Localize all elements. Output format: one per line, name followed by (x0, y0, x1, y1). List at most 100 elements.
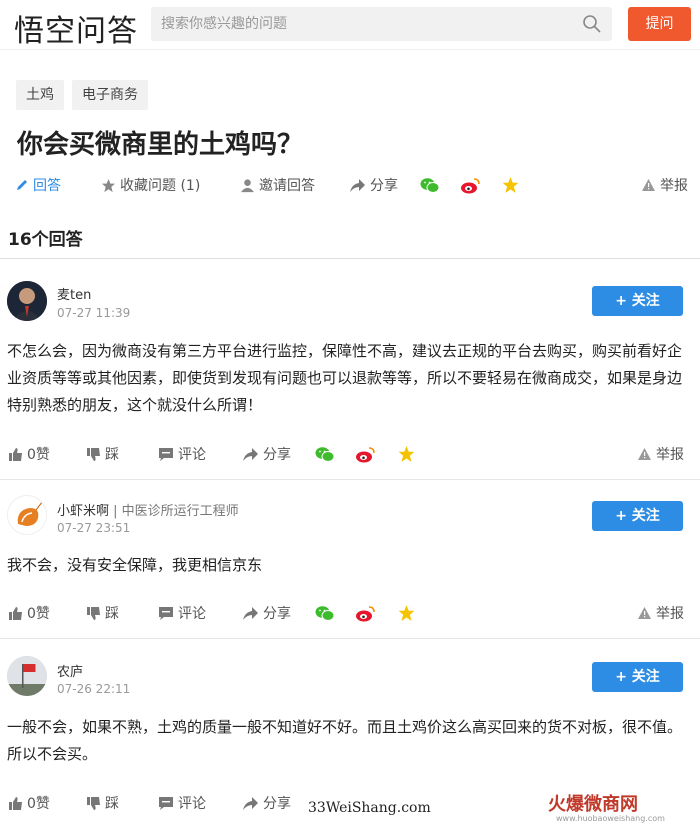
answer-text: 我不会，没有安全保障，我更相信京东 (7, 556, 263, 574)
wechat-share[interactable] (420, 173, 440, 197)
tag-chicken[interactable]: 土鸡 (16, 80, 64, 110)
shrimp-avatar-image (8, 496, 46, 534)
warning-icon (638, 448, 651, 460)
search-box[interactable] (151, 7, 612, 41)
weibo-icon (356, 605, 375, 621)
share-action[interactable]: 分享 (242, 601, 291, 625)
answer-action-bar: 0赞 踩 评论 分享 举报 (0, 601, 700, 625)
star-icon (398, 446, 415, 462)
share-label: 分享 (263, 796, 291, 812)
comment-action[interactable]: 评论 (158, 601, 206, 625)
share-arrow-icon (350, 178, 365, 192)
user-icon (240, 178, 255, 192)
answer-label: 回答 (33, 178, 61, 194)
flag-avatar-image (7, 656, 47, 696)
thumbs-up-icon (9, 606, 22, 620)
dislike-label: 踩 (105, 606, 119, 622)
share-arrow-icon (243, 606, 258, 620)
search-input[interactable] (151, 7, 551, 41)
divider (0, 479, 700, 480)
share-action[interactable]: 分享 (242, 791, 291, 815)
qzone-share[interactable] (397, 442, 416, 466)
ask-button[interactable]: 提问 (628, 7, 691, 41)
question-action-bar: 回答 收藏问题 (1) 邀请回答 分享 举报 (0, 173, 700, 197)
star-outline-icon (101, 178, 116, 192)
watermark-url: www.huobaoweishang.com (556, 814, 665, 823)
thumbs-down-icon (87, 796, 100, 810)
weibo-share[interactable] (460, 173, 481, 197)
thumbs-up-icon (9, 447, 22, 461)
follow-button[interactable]: + 关注 (592, 286, 683, 316)
user-name[interactable]: 麦ten (57, 284, 91, 303)
share-action[interactable]: 分享 (349, 173, 398, 197)
dislike-action[interactable]: 踩 (86, 601, 119, 625)
answer-date: 07-26 22:11 (57, 682, 131, 696)
qzone-share[interactable] (397, 601, 416, 625)
thumbs-down-icon (87, 447, 100, 461)
share-label: 分享 (370, 178, 398, 194)
question-title: 你会买微商里的土鸡吗？ (17, 130, 304, 160)
star-icon (398, 605, 415, 621)
star-icon (502, 177, 519, 193)
warning-icon (638, 607, 651, 619)
user-title: 中医诊所运行工程师 (121, 504, 239, 519)
answer-text: 不怎么会，因为微商没有第三方平台进行监控，保障性不高，建议去正规的平台去购买，购… (7, 342, 683, 414)
weibo-share[interactable] (355, 442, 376, 466)
divider (0, 258, 700, 259)
avatar[interactable] (7, 656, 47, 696)
comment-label: 评论 (178, 447, 206, 463)
share-arrow-icon (243, 447, 258, 461)
like-count: 0赞 (27, 447, 50, 463)
like-action[interactable]: 0赞 (8, 791, 50, 815)
comment-icon (159, 796, 173, 810)
invite-label: 邀请回答 (259, 178, 315, 194)
answer-action-bar: 0赞 踩 评论 分享 举报 (0, 442, 700, 466)
dislike-action[interactable]: 踩 (86, 442, 119, 466)
wechat-share[interactable] (315, 442, 335, 466)
report-action[interactable]: 举报 (637, 442, 684, 466)
avatar-image (7, 281, 47, 321)
wechat-share[interactable] (315, 601, 335, 625)
share-action[interactable]: 分享 (242, 442, 291, 466)
like-action[interactable]: 0赞 (8, 601, 50, 625)
favorite-label: 收藏问题 (1) (120, 178, 201, 194)
search-icon[interactable] (582, 14, 602, 34)
like-count: 0赞 (27, 606, 50, 622)
report-action[interactable]: 举报 (637, 601, 684, 625)
wechat-icon (420, 177, 440, 193)
avatar[interactable] (7, 495, 47, 535)
dislike-label: 踩 (105, 796, 119, 812)
top-bar: 悟空问答 提问 (0, 0, 700, 50)
comment-label: 评论 (178, 606, 206, 622)
follow-button[interactable]: + 关注 (592, 662, 683, 692)
divider (0, 638, 700, 639)
app-logo[interactable]: 悟空问答 (14, 6, 138, 50)
share-label: 分享 (263, 447, 291, 463)
comment-action[interactable]: 评论 (158, 791, 206, 815)
dislike-action[interactable]: 踩 (86, 791, 119, 815)
report-action[interactable]: 举报 (641, 173, 688, 197)
favorite-action[interactable]: 收藏问题 (1) (101, 173, 200, 197)
like-action[interactable]: 0赞 (8, 442, 50, 466)
qzone-share[interactable] (501, 173, 520, 197)
thumbs-up-icon (9, 796, 22, 810)
follow-button[interactable]: + 关注 (592, 501, 683, 531)
answer-count: 16个回答 (8, 230, 83, 250)
comment-icon (159, 606, 173, 620)
comment-action[interactable]: 评论 (158, 442, 206, 466)
answer-text: 一般不会，如果不熟，土鸡的质量一般不知道好不好。而且土鸡价这么高买回来的货不对板… (7, 718, 683, 763)
report-label: 举报 (656, 447, 684, 463)
invite-action[interactable]: 邀请回答 (240, 173, 315, 197)
user-name[interactable]: 农庐 (57, 661, 83, 680)
weibo-icon (461, 177, 480, 193)
user-name[interactable]: 小虾米啊 | 中医诊所运行工程师 (57, 500, 239, 519)
answer-date: 07-27 11:39 (57, 306, 131, 320)
answer-action[interactable]: 回答 (15, 173, 61, 197)
tag-ecommerce[interactable]: 电子商务 (72, 80, 148, 110)
share-label: 分享 (263, 606, 291, 622)
share-arrow-icon (243, 796, 258, 810)
weibo-share[interactable] (355, 601, 376, 625)
dislike-label: 踩 (105, 447, 119, 463)
avatar[interactable] (7, 281, 47, 321)
answer-date: 07-27 23:51 (57, 521, 131, 535)
